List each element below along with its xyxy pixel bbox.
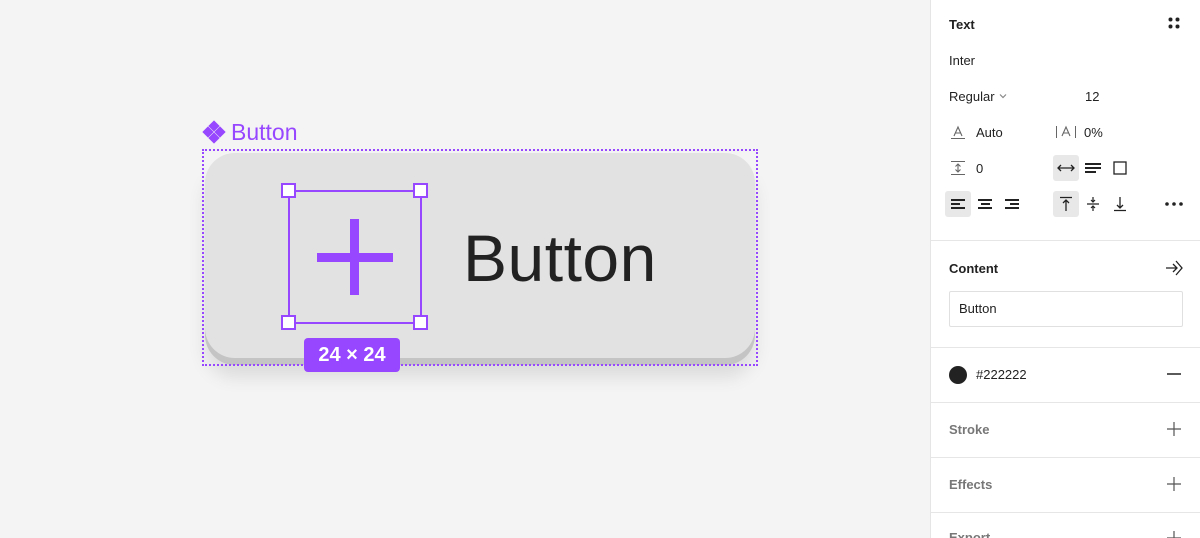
font-family-select[interactable]: Inter [949, 53, 975, 68]
styles-grid-icon[interactable] [1167, 16, 1181, 30]
resize-handle-bottom-right[interactable] [413, 315, 428, 330]
content-input[interactable]: Button [949, 291, 1183, 327]
paragraph-spacing-input[interactable]: 0 [976, 161, 983, 176]
resize-handle-bottom-left[interactable] [281, 315, 296, 330]
design-canvas[interactable]: Button Button 24 × 24 [0, 0, 930, 538]
auto-width-button[interactable] [1053, 155, 1079, 181]
remove-fill-icon[interactable] [1165, 368, 1183, 380]
properties-panel: Text Inter Regular 12 Auto 0% 0 Content … [930, 0, 1200, 538]
resize-handle-top-left[interactable] [281, 183, 296, 198]
align-middle-button[interactable] [1080, 191, 1106, 217]
chevron-down-icon[interactable] [998, 91, 1008, 101]
effects-section-title: Effects [949, 477, 993, 492]
stroke-section-title: Stroke [949, 422, 990, 437]
fill-color-swatch[interactable] [949, 366, 967, 384]
letter-spacing-icon [1055, 124, 1077, 140]
align-center-button[interactable] [972, 191, 998, 217]
component-label[interactable]: Button [202, 118, 298, 146]
fill-color-value[interactable]: #222222 [976, 367, 1027, 382]
paragraph-spacing-icon [949, 159, 967, 177]
size-badge: 24 × 24 [304, 338, 400, 372]
fixed-size-button[interactable] [1107, 155, 1133, 181]
align-right-button[interactable] [999, 191, 1025, 217]
export-section-title: Export [949, 530, 991, 538]
more-options-icon[interactable] [1163, 196, 1185, 212]
align-left-button[interactable] [945, 191, 971, 217]
component-name: Button [231, 118, 298, 145]
text-section: Text Inter Regular 12 Auto 0% 0 [931, 0, 1200, 241]
content-section-title: Content [949, 261, 999, 276]
add-effect-icon[interactable] [1166, 476, 1182, 492]
line-height-input[interactable]: Auto [976, 125, 1003, 140]
auto-height-button[interactable] [1080, 155, 1106, 181]
resize-handle-top-right[interactable] [413, 183, 428, 198]
letter-spacing-input[interactable]: 0% [1084, 125, 1103, 140]
selection-outline [202, 149, 758, 366]
align-bottom-button[interactable] [1107, 191, 1133, 217]
detach-content-icon[interactable] [1164, 258, 1184, 278]
font-weight-select[interactable]: Regular [949, 89, 995, 104]
text-section-title: Text [949, 17, 975, 32]
align-top-button[interactable] [1053, 191, 1079, 217]
add-stroke-icon[interactable] [1166, 421, 1182, 437]
line-height-icon [949, 124, 967, 140]
fill-section [931, 348, 1200, 403]
add-export-icon[interactable] [1166, 530, 1182, 538]
font-size-input[interactable]: 12 [1085, 89, 1099, 104]
plus-icon-horizontal [317, 253, 393, 262]
component-icon [202, 120, 226, 144]
